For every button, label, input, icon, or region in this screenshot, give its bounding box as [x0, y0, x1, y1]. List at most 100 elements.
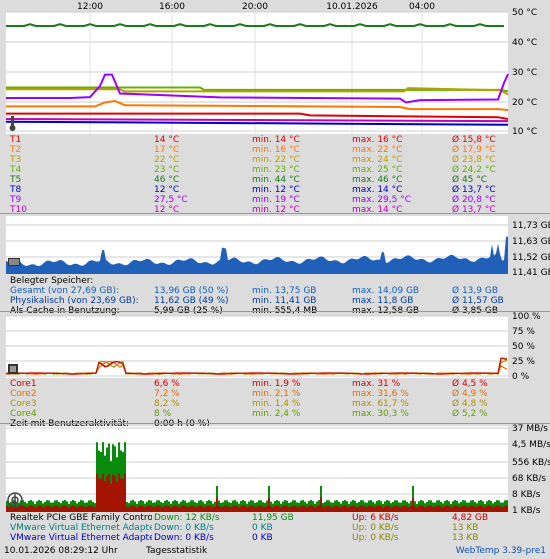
- up-bar: [324, 506, 326, 512]
- version-label: WebTemp 3.39-pre1: [455, 546, 546, 556]
- up-bar: [502, 506, 504, 512]
- legend-current: 12 °C: [154, 185, 180, 195]
- up-bar: [280, 507, 282, 512]
- up-bar: [304, 506, 306, 512]
- up-bar: [364, 506, 366, 512]
- up-bar: [36, 506, 38, 512]
- up-bar: [38, 505, 40, 512]
- legend-name: T9: [10, 195, 22, 205]
- up-bar: [490, 505, 492, 512]
- up-bar: [238, 507, 240, 512]
- up-bar: [160, 506, 162, 512]
- legend-row: Core3 8,2 % min. 1,4 % max. 61,7 % Ø 4,8 %: [0, 399, 550, 409]
- up-bar: [20, 505, 22, 512]
- up-bar: [216, 497, 218, 512]
- legend-current: 27,5 °C: [154, 195, 188, 205]
- up-bar: [32, 506, 34, 512]
- axis-label: 25 %: [512, 357, 535, 367]
- memory-title: Belegter Speicher:: [10, 276, 94, 286]
- adapter-up-total: 4,82 GB: [452, 513, 489, 523]
- up-bar: [412, 497, 414, 512]
- up-bar: [226, 505, 228, 512]
- up-bar: [202, 506, 204, 512]
- up-bar: [266, 505, 268, 512]
- up-bar: [192, 505, 194, 512]
- legend-avg: Ø 20,8 °C: [452, 195, 496, 205]
- axis-label: 4,5 MB/s: [512, 440, 550, 450]
- up-bar: [354, 505, 356, 512]
- up-bar: [254, 507, 256, 512]
- up-bar: [214, 506, 216, 512]
- up-bar: [96, 473, 98, 512]
- legend-name: Core1: [10, 379, 37, 389]
- legend-max: max. 29,5 °C: [352, 195, 412, 205]
- up-bar: [390, 507, 392, 512]
- up-bar: [130, 505, 132, 512]
- up-bar: [244, 505, 246, 512]
- up-bar: [34, 507, 36, 512]
- axis-label: 75 %: [512, 327, 535, 337]
- up-bar: [268, 497, 270, 512]
- up-bar: [350, 506, 352, 512]
- up-bar: [308, 505, 310, 512]
- up-bar: [318, 505, 320, 512]
- up-bar: [368, 505, 370, 512]
- up-bar: [246, 507, 248, 512]
- up-bar: [492, 507, 494, 512]
- legend-min: min. 13,75 GB: [252, 286, 317, 296]
- up-bar: [120, 478, 122, 512]
- up-bar: [248, 506, 250, 512]
- time-label: 12:00: [77, 2, 103, 12]
- up-bar: [242, 505, 244, 512]
- legend-row: T9 27,5 °C min. 19 °C max. 29,5 °C Ø 20,8 °C: [0, 195, 550, 205]
- legend-avg: Ø 5,2 %: [452, 409, 488, 419]
- axis-label: 20 °C: [512, 98, 537, 108]
- up-bar: [146, 506, 148, 512]
- up-bar: [292, 505, 294, 512]
- up-bar: [180, 506, 182, 512]
- up-bar: [210, 505, 212, 512]
- legend-max: max. 30,3 %: [352, 409, 409, 419]
- legend-avg: Ø 11,57 GB: [452, 296, 504, 306]
- up-bar: [352, 505, 354, 512]
- up-bar: [396, 505, 398, 512]
- up-bar: [186, 506, 188, 512]
- legend-min: min. 12 °C: [252, 185, 300, 195]
- legend-min: min. 44 °C: [252, 175, 300, 185]
- up-bar: [190, 505, 192, 512]
- up-bar: [76, 507, 78, 512]
- legend-max: max. 11,8 GB: [352, 296, 414, 306]
- up-bar: [178, 507, 180, 512]
- legend-name: T4: [10, 165, 22, 175]
- legend-min: min. 2,1 %: [252, 389, 301, 399]
- legend-row: T2 17 °C min. 16 °C max. 22 °C Ø 17,9 °C: [0, 145, 550, 155]
- memory-panel: 11,73 GB 11,63 GB 11,52 GB 11,41 GB Belegte…: [0, 214, 550, 316]
- up-bar: [494, 506, 496, 512]
- adapter-up: Up: 0 KB/s: [352, 523, 399, 533]
- up-bar: [458, 507, 460, 512]
- up-bar: [220, 506, 222, 512]
- memory-graph: 11,73 GB 11,63 GB 11,52 GB 11,41 GB: [6, 216, 550, 276]
- up-bar: [228, 506, 230, 512]
- datetime: 10.01.2026 08:29:12 Uhr: [4, 546, 118, 556]
- axis-label: 37 MB/s: [512, 424, 548, 434]
- up-bar: [310, 505, 312, 512]
- adapter-up-total: 13 KB: [452, 533, 479, 543]
- up-bar: [58, 506, 60, 512]
- tab-tagesstatistik[interactable]: Tagesstatistik: [146, 544, 207, 559]
- up-bar: [506, 505, 508, 512]
- up-bar: [150, 505, 152, 512]
- legend-current: 22 °C: [154, 155, 180, 165]
- time-label: 20:00: [242, 2, 268, 12]
- up-bar: [124, 473, 126, 512]
- up-bar: [468, 506, 470, 512]
- legend-row: T1 14 °C min. 14 °C max. 16 °C Ø 15,8 °C: [0, 135, 550, 145]
- up-bar: [470, 505, 472, 512]
- adapter-down-total: 0 KB: [252, 533, 273, 543]
- up-bar: [498, 505, 500, 512]
- network-legend: Realtek PCIe GBE Family Contro Down: 12 K…: [0, 513, 550, 543]
- legend-avg: Ø 13,9 GB: [452, 286, 498, 296]
- adapter-name: VMware Virtual Ethernet Adapter 1: [10, 533, 152, 543]
- legend-avg: Ø 4,9 %: [452, 389, 488, 399]
- up-bar: [114, 475, 116, 512]
